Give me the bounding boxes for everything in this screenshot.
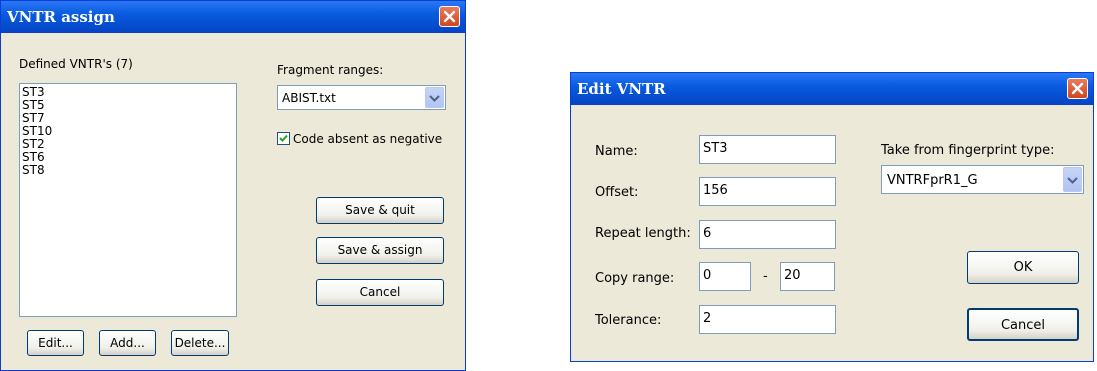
name-label: Name: xyxy=(595,144,638,159)
dialog-title: Edit VNTR xyxy=(577,80,666,98)
vntr-listbox[interactable]: ST3 ST5 ST7 ST10 ST2 ST6 ST8 xyxy=(19,83,237,317)
save-assign-button[interactable]: Save & assign xyxy=(316,237,444,264)
fragment-ranges-select[interactable]: ABIST.txt xyxy=(277,85,446,110)
name-field[interactable]: ST3 xyxy=(699,135,836,164)
fingerprint-type-label: Take from fingerprint type: xyxy=(881,143,1055,158)
list-item[interactable]: ST5 xyxy=(20,99,236,112)
copy-range-max-field[interactable]: 20 xyxy=(780,262,835,291)
copy-range-separator: - xyxy=(763,269,768,284)
list-item[interactable]: ST2 xyxy=(20,138,236,151)
repeat-length-field[interactable]: 6 xyxy=(699,220,836,249)
save-quit-button[interactable]: Save & quit xyxy=(316,197,444,224)
tolerance-field[interactable]: 2 xyxy=(699,305,836,334)
add-button[interactable]: Add... xyxy=(99,330,156,356)
list-item[interactable]: ST3 xyxy=(20,86,236,99)
offset-label: Offset: xyxy=(595,185,639,200)
edit-button[interactable]: Edit... xyxy=(27,330,84,356)
fragment-ranges-label: Fragment ranges: xyxy=(277,63,384,77)
code-absent-checkbox[interactable] xyxy=(277,132,290,145)
repeat-length-label: Repeat length: xyxy=(595,226,691,241)
edit-vntr-dialog: Edit VNTR Name: ST3 Offset: 156 Repeat l… xyxy=(570,72,1094,362)
close-button[interactable] xyxy=(1067,78,1088,99)
list-item[interactable]: ST10 xyxy=(20,125,236,138)
fragment-ranges-value: ABIST.txt xyxy=(282,91,336,105)
list-item[interactable]: ST8 xyxy=(20,164,236,177)
title-bar: VNTR assign xyxy=(1,1,465,33)
close-icon xyxy=(1071,82,1084,95)
defined-vntrs-label: Defined VNTR's (7) xyxy=(19,57,133,71)
title-bar: Edit VNTR xyxy=(571,73,1093,105)
close-button[interactable] xyxy=(439,6,460,27)
dialog-title: VNTR assign xyxy=(7,8,115,26)
close-icon xyxy=(443,10,456,23)
ok-button[interactable]: OK xyxy=(967,251,1079,284)
fingerprint-type-value: VNTRFprR1_G xyxy=(887,173,978,188)
fingerprint-type-select[interactable]: VNTRFprR1_G xyxy=(881,165,1084,194)
tolerance-label: Tolerance: xyxy=(595,313,662,328)
code-absent-label: Code absent as negative xyxy=(293,132,443,146)
chevron-down-icon xyxy=(429,95,440,102)
dropdown-button[interactable] xyxy=(1063,167,1082,192)
copy-range-min-field[interactable]: 0 xyxy=(699,262,751,291)
cancel-button[interactable]: Cancel xyxy=(967,308,1079,341)
checkmark-icon xyxy=(279,134,288,142)
list-item[interactable]: ST7 xyxy=(20,112,236,125)
dropdown-button[interactable] xyxy=(425,87,444,108)
copy-range-label: Copy range: xyxy=(595,271,675,286)
delete-button[interactable]: Delete... xyxy=(171,330,229,356)
cancel-button[interactable]: Cancel xyxy=(316,279,444,306)
offset-field[interactable]: 156 xyxy=(699,177,836,206)
chevron-down-icon xyxy=(1067,177,1078,184)
list-item[interactable]: ST6 xyxy=(20,151,236,164)
vntr-assign-dialog: VNTR assign Defined VNTR's (7) ST3 ST5 ST7… xyxy=(0,0,466,371)
